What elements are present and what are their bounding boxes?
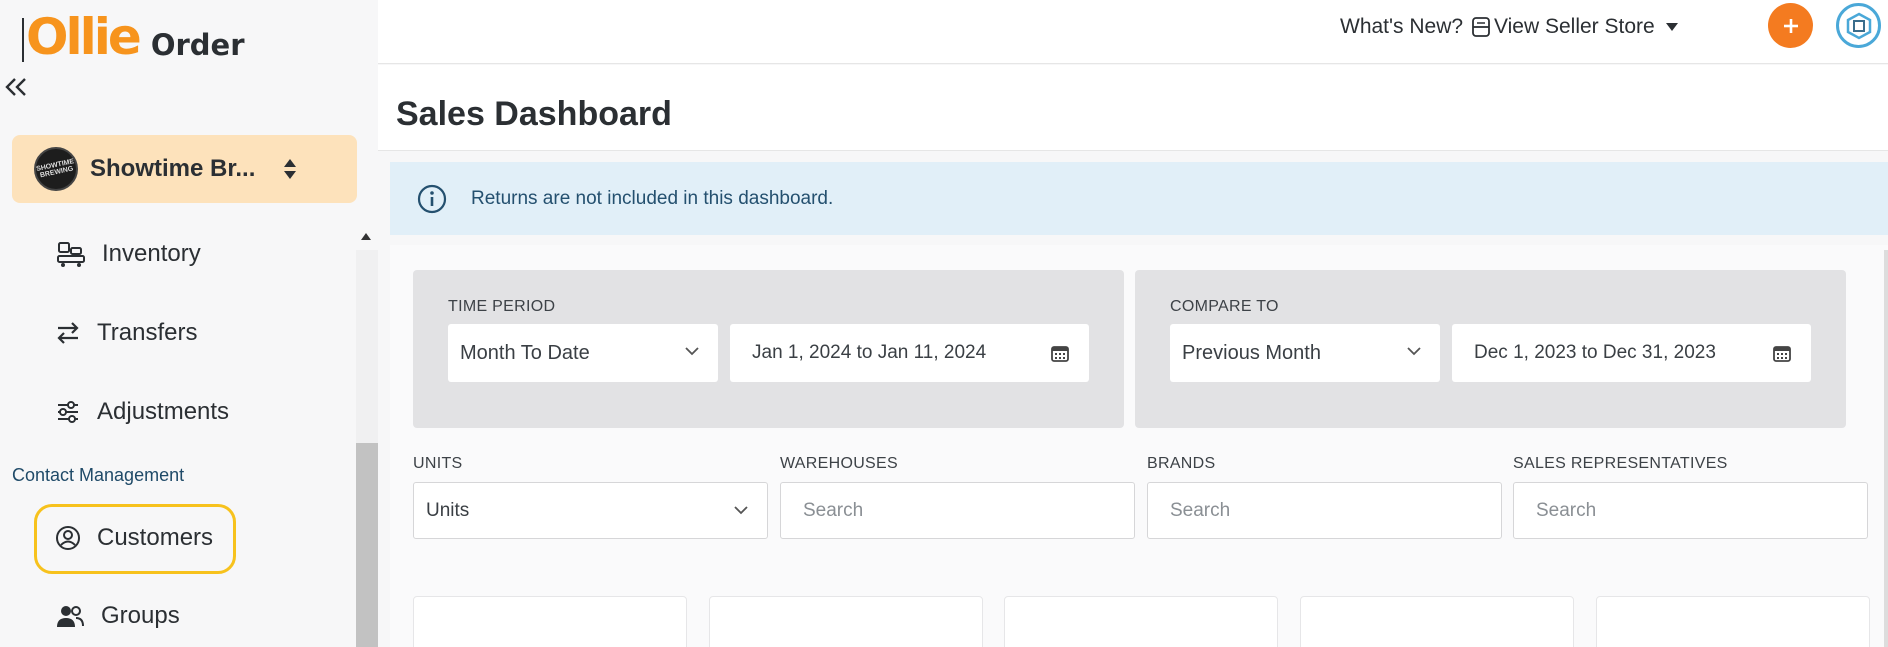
sidebar-item-customers-label: Customers bbox=[97, 524, 214, 551]
logo-sub-text: Order bbox=[150, 28, 245, 62]
add-button[interactable] bbox=[1768, 3, 1813, 48]
units-value: Units bbox=[426, 499, 470, 521]
store-avatar: SHOWTIME BREWING bbox=[34, 147, 78, 191]
info-banner-text: Returns are not included in this dashboa… bbox=[471, 187, 834, 209]
sidebar-item-customers[interactable]: Customers bbox=[55, 524, 213, 552]
sidebar-item-groups[interactable]: Groups bbox=[55, 602, 180, 630]
logo-main-text: Ollie bbox=[26, 8, 142, 66]
section-contact-management: Contact Management bbox=[12, 465, 185, 485]
caret-down-icon bbox=[1665, 23, 1678, 31]
sales-reps-search[interactable] bbox=[1513, 482, 1868, 539]
info-banner: Returns are not included in this dashboa… bbox=[390, 162, 1888, 235]
store-avatar-text: SHOWTIME BREWING bbox=[35, 158, 75, 180]
collapse-sidebar-button[interactable] bbox=[4, 76, 34, 102]
content-scrollbar[interactable] bbox=[1884, 250, 1888, 647]
double-chevron-left-icon bbox=[5, 78, 26, 96]
info-icon bbox=[417, 184, 447, 213]
time-period-select[interactable]: Month To Date bbox=[448, 324, 718, 382]
store-switcher[interactable]: SHOWTIME BREWING Showtime Br... bbox=[12, 135, 357, 203]
time-period-panel: TIME PERIOD Month To Date Jan 1, 2024 to… bbox=[413, 270, 1124, 428]
time-period-value: Month To Date bbox=[460, 341, 590, 364]
inventory-icon bbox=[57, 242, 85, 267]
sidebar-item-groups-label: Groups bbox=[101, 602, 180, 629]
kpi-card bbox=[1596, 596, 1870, 647]
compare-to-value: Previous Month bbox=[1182, 341, 1321, 364]
logo-bar bbox=[22, 18, 24, 62]
chevron-down-icon bbox=[734, 506, 748, 515]
sidebar-item-adjustments-label: Adjustments bbox=[97, 398, 230, 425]
sidebar-scrollbar-thumb[interactable] bbox=[356, 443, 378, 647]
sidebar-item-inventory[interactable]: Inventory bbox=[56, 240, 201, 268]
compare-to-range-text: Dec 1, 2023 to Dec 31, 2023 bbox=[1474, 342, 1716, 363]
sidebar-item-transfers[interactable]: Transfers bbox=[55, 319, 197, 347]
scroll-up-arrow-icon[interactable] bbox=[360, 232, 372, 242]
time-period-label: TIME PERIOD bbox=[448, 298, 556, 315]
compare-to-select[interactable]: Previous Month bbox=[1170, 324, 1440, 382]
compare-to-date-range[interactable]: Dec 1, 2023 to Dec 31, 2023 bbox=[1452, 324, 1811, 382]
sidebar-item-adjustments[interactable]: Adjustments bbox=[55, 398, 229, 426]
sales-reps-search-input[interactable] bbox=[1514, 483, 1867, 538]
top-bar: What's New? View Seller Store bbox=[378, 0, 1888, 64]
page-header: Sales Dashboard bbox=[378, 65, 1888, 151]
store-name: Showtime Br... bbox=[90, 155, 256, 182]
kpi-card bbox=[1004, 596, 1278, 647]
calendar-icon bbox=[1773, 346, 1791, 362]
compare-to-label: COMPARE TO bbox=[1170, 298, 1279, 315]
whats-new-label: What's New? bbox=[1340, 15, 1464, 38]
compare-to-panel: COMPARE TO Previous Month Dec 1, 2023 to… bbox=[1135, 270, 1846, 428]
transfers-icon bbox=[57, 322, 79, 344]
whats-new-link[interactable]: What's New? bbox=[1340, 15, 1491, 39]
sort-arrows-icon bbox=[284, 159, 296, 179]
time-period-date-range[interactable]: Jan 1, 2024 to Jan 11, 2024 bbox=[730, 324, 1089, 382]
kpi-card bbox=[413, 596, 687, 647]
kpi-card bbox=[709, 596, 983, 647]
chevron-down-icon bbox=[685, 347, 699, 356]
chevron-down-icon bbox=[1407, 347, 1421, 356]
warehouses-search[interactable] bbox=[780, 482, 1135, 539]
hexagon-logo-icon bbox=[1846, 12, 1871, 39]
sales-reps-label: SALES REPRESENTATIVES bbox=[1513, 455, 1728, 472]
user-avatar[interactable] bbox=[1836, 3, 1881, 48]
sidebar-item-transfers-label: Transfers bbox=[97, 319, 198, 346]
brands-label: BRANDS bbox=[1147, 455, 1216, 472]
units-select[interactable]: Units bbox=[413, 482, 768, 539]
users-icon bbox=[57, 606, 84, 627]
units-label: UNITS bbox=[413, 455, 463, 472]
user-circle-icon bbox=[56, 526, 80, 550]
page-title: Sales Dashboard bbox=[396, 95, 672, 133]
calendar-icon bbox=[1051, 346, 1069, 362]
kpi-card bbox=[1300, 596, 1574, 647]
brands-search[interactable] bbox=[1147, 482, 1502, 539]
sliders-icon bbox=[58, 401, 78, 423]
warehouses-label: WAREHOUSES bbox=[780, 455, 898, 472]
view-seller-store-dropdown[interactable]: View Seller Store bbox=[1494, 15, 1679, 39]
view-seller-store-label: View Seller Store bbox=[1494, 15, 1655, 38]
plus-icon bbox=[1783, 18, 1798, 33]
warehouses-search-input[interactable] bbox=[781, 483, 1134, 538]
brands-search-input[interactable] bbox=[1148, 483, 1501, 538]
sidebar: Ollie Order SHOWTIME BREWING Showtime Br… bbox=[0, 0, 378, 647]
time-period-range-text: Jan 1, 2024 to Jan 11, 2024 bbox=[752, 342, 987, 363]
ollie-order-logo[interactable]: Ollie Order bbox=[22, 12, 245, 62]
sidebar-item-inventory-label: Inventory bbox=[102, 240, 201, 267]
inbox-icon bbox=[1472, 17, 1490, 37]
